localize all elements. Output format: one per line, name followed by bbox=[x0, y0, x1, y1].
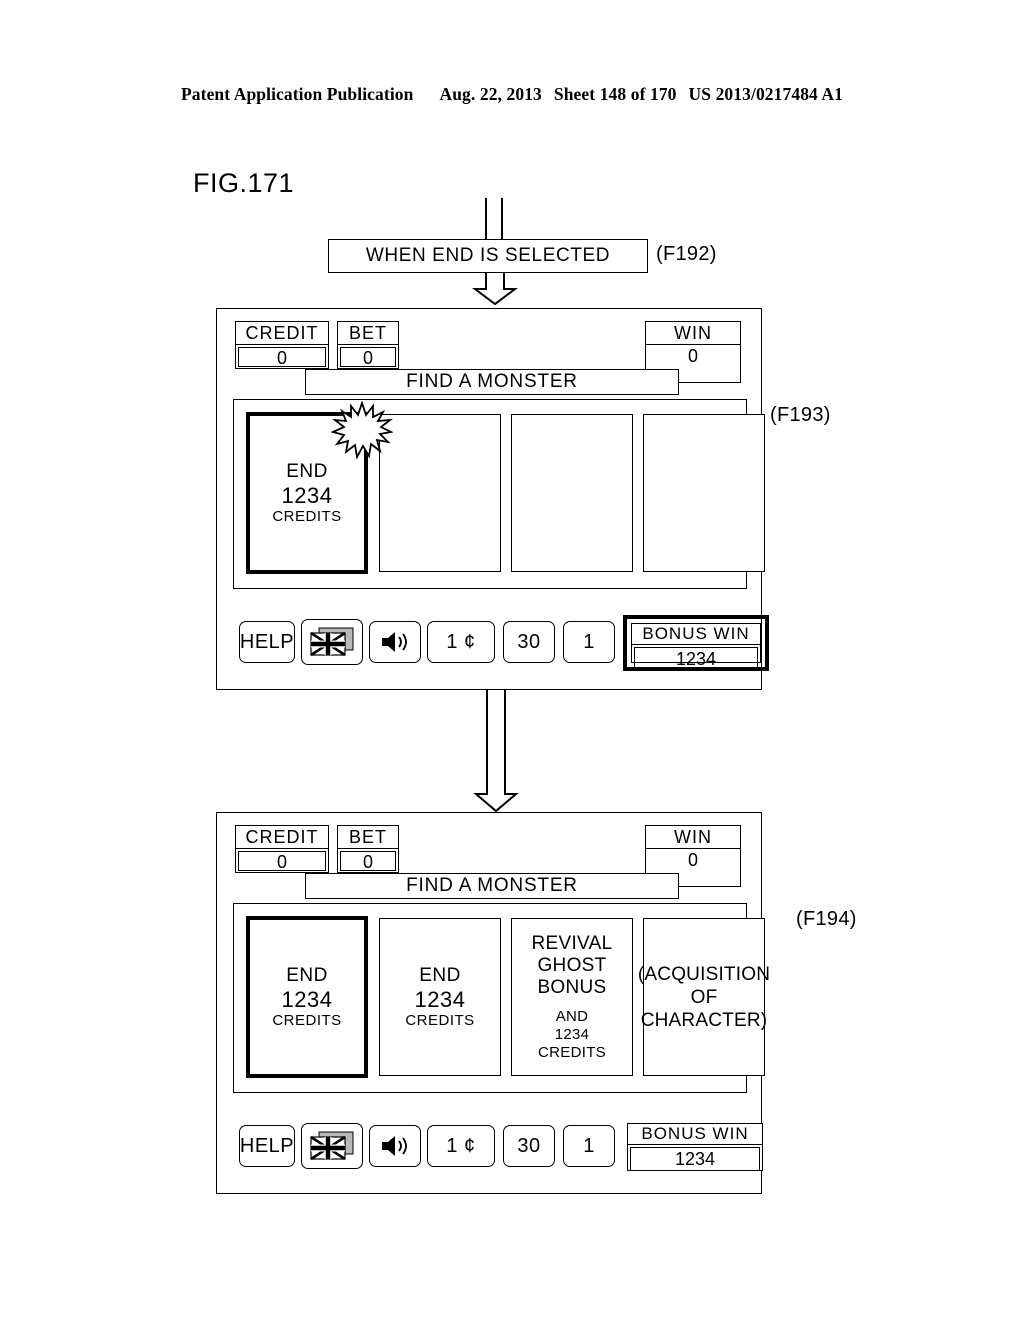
card-1-line-3: CREDITS bbox=[272, 508, 342, 525]
card-3[interactable] bbox=[511, 414, 633, 572]
credit-meter-2: CREDIT 0 bbox=[235, 825, 329, 873]
card-1-f194-line-3: CREDITS bbox=[272, 1012, 342, 1029]
card-4[interactable] bbox=[643, 414, 765, 572]
bonus-win-label-2: BONUS WIN bbox=[628, 1124, 762, 1145]
bonus-win-label: BONUS WIN bbox=[632, 624, 760, 645]
flow-arrow-screen1-to-screen2 bbox=[473, 690, 519, 812]
flow-arrow-condition-to-screen1 bbox=[472, 271, 518, 305]
figure-label: FIG.171 bbox=[193, 168, 295, 198]
lines-label: 30 bbox=[517, 630, 541, 653]
card-1-f194[interactable]: END 1234 CREDITS bbox=[246, 916, 368, 1078]
bet-meter-label-2: BET bbox=[338, 826, 398, 849]
bet-per-line-button-2[interactable]: 1 bbox=[563, 1125, 615, 1167]
card-3-f194[interactable]: REVIVAL GHOST BONUS AND 1234 CREDITS bbox=[511, 918, 633, 1076]
uk-flag-icon-2 bbox=[309, 1130, 355, 1162]
publication-date: Aug. 22, 2013 bbox=[439, 84, 542, 104]
publication-header: Patent Application Publication Aug. 22, 2… bbox=[0, 84, 1024, 105]
bet-per-line-button[interactable]: 1 bbox=[563, 621, 615, 663]
document-number: US 2013/0217484 A1 bbox=[688, 84, 843, 104]
card-4-f194-line-1: (ACQUISITION bbox=[637, 963, 771, 985]
card-2-f194-line-2: 1234 bbox=[414, 987, 466, 1012]
sound-button[interactable] bbox=[369, 621, 421, 663]
slot-screen-f193: CREDIT 0 BET 0 WIN 0 FIND A MONSTER END … bbox=[216, 308, 769, 690]
bonus-win-display: BONUS WIN 1234 bbox=[627, 1123, 763, 1171]
publication-title: Patent Application Publication bbox=[181, 84, 414, 104]
win-meter-label: WIN bbox=[646, 322, 740, 345]
win-meter-value-2: 0 bbox=[687, 850, 698, 870]
card-3-f194-line-6: CREDITS bbox=[538, 1043, 606, 1061]
card-2-f194-line-3: CREDITS bbox=[405, 1012, 475, 1029]
card-3-f194-line-1: REVIVAL bbox=[531, 932, 613, 954]
bet-meter: BET 0 bbox=[337, 321, 399, 369]
credit-meter-label-2: CREDIT bbox=[236, 826, 328, 849]
denomination-label-2: 1 ¢ bbox=[446, 1134, 476, 1157]
denomination-button-2[interactable]: 1 ¢ bbox=[427, 1125, 495, 1167]
card-2-f194-line-1: END bbox=[419, 965, 461, 986]
bet-per-line-label-2: 1 bbox=[583, 1134, 595, 1157]
card-area-f193: END 1234 CREDITS bbox=[233, 399, 765, 589]
win-meter-value: 0 bbox=[687, 346, 698, 366]
card-1-f194-line-2: 1234 bbox=[281, 987, 333, 1012]
credit-meter-value: 0 bbox=[238, 347, 326, 368]
card-3-f194-line-5: 1234 bbox=[554, 1025, 590, 1043]
uk-flag-icon bbox=[309, 626, 355, 658]
bet-meter-label: BET bbox=[338, 322, 398, 345]
language-button[interactable] bbox=[301, 619, 363, 665]
credit-meter-value-2: 0 bbox=[238, 851, 326, 872]
slot-screen-f194: CREDIT 0 BET 0 WIN 0 FIND A MONSTER END … bbox=[216, 812, 770, 1194]
card-3-f194-line-2: GHOST bbox=[537, 954, 607, 976]
denomination-label: 1 ¢ bbox=[446, 630, 476, 653]
win-meter-label-2: WIN bbox=[646, 826, 740, 849]
card-4-f194[interactable]: (ACQUISITION OF CHARACTER) bbox=[638, 918, 770, 1076]
lines-label-2: 30 bbox=[517, 1134, 541, 1157]
help-button-label: HELP bbox=[239, 630, 295, 653]
condition-box: WHEN END IS SELECTED bbox=[328, 239, 648, 273]
help-button-label-2: HELP bbox=[239, 1134, 295, 1157]
speaker-icon-2 bbox=[379, 1133, 411, 1159]
card-2[interactable] bbox=[379, 414, 501, 572]
card-1-f194-line-1: END bbox=[286, 965, 328, 986]
denomination-button[interactable]: 1 ¢ bbox=[427, 621, 495, 663]
card-4-f194-line-2: OF bbox=[690, 986, 718, 1008]
game-title-banner: FIND A MONSTER bbox=[305, 369, 679, 395]
bet-meter-2: BET 0 bbox=[337, 825, 399, 873]
card-area-f194: END 1234 CREDITS END 1234 CREDITS REVIVA… bbox=[233, 903, 770, 1093]
sound-button-2[interactable] bbox=[369, 1125, 421, 1167]
condition-step-ref: (F192) bbox=[656, 243, 717, 265]
card-4-f194-line-3: CHARACTER) bbox=[640, 1009, 768, 1031]
lines-button[interactable]: 30 bbox=[503, 621, 555, 663]
card-1-line-2: 1234 bbox=[281, 483, 333, 508]
bet-per-line-label: 1 bbox=[583, 630, 595, 653]
sparkle-starburst-icon bbox=[331, 401, 393, 459]
bonus-win-value-2: 1234 bbox=[630, 1147, 760, 1171]
bet-meter-value: 0 bbox=[340, 347, 396, 368]
credit-meter: CREDIT 0 bbox=[235, 321, 329, 369]
game-title-banner-2: FIND A MONSTER bbox=[305, 873, 679, 899]
credit-meter-label: CREDIT bbox=[236, 322, 328, 345]
card-2-f194[interactable]: END 1234 CREDITS bbox=[379, 918, 501, 1076]
card-3-f194-line-3: BONUS bbox=[537, 976, 607, 998]
sheet-number: Sheet 148 of 170 bbox=[553, 84, 677, 104]
speaker-icon bbox=[379, 629, 411, 655]
game-title-text-2: FIND A MONSTER bbox=[406, 875, 578, 896]
bonus-win-value: 1234 bbox=[634, 647, 758, 671]
game-title-text: FIND A MONSTER bbox=[406, 371, 578, 392]
bet-meter-value-2: 0 bbox=[340, 851, 396, 872]
language-button-2[interactable] bbox=[301, 1123, 363, 1169]
condition-text: WHEN END IS SELECTED bbox=[365, 245, 611, 266]
bonus-win-display-highlighted: BONUS WIN 1234 bbox=[623, 615, 769, 671]
lines-button-2[interactable]: 30 bbox=[503, 1125, 555, 1167]
help-button[interactable]: HELP bbox=[239, 621, 295, 663]
screen-f194-ref: (F194) bbox=[796, 908, 857, 930]
card-1-line-1: END bbox=[286, 461, 328, 482]
help-button-2[interactable]: HELP bbox=[239, 1125, 295, 1167]
card-3-f194-line-4: AND bbox=[555, 1007, 589, 1025]
screen-f193-ref: (F193) bbox=[770, 404, 831, 426]
